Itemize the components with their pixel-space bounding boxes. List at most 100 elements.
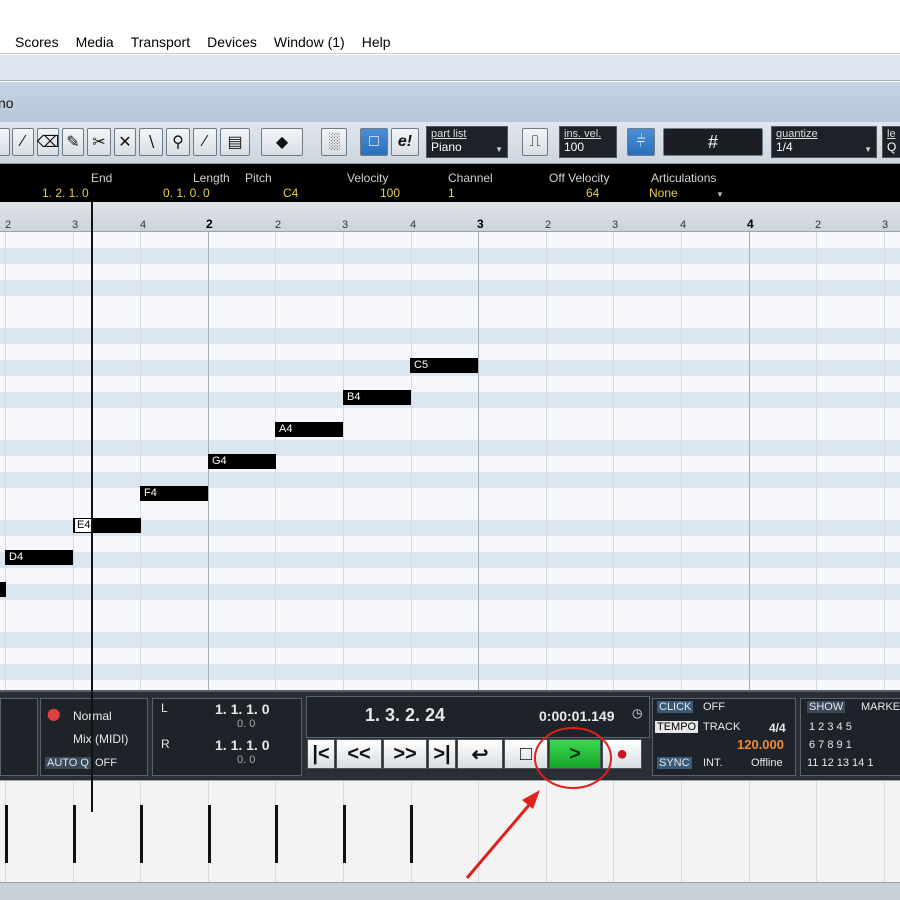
note-b4[interactable]: B4	[343, 390, 411, 405]
project-cursor[interactable]	[91, 202, 93, 812]
velocity-bar[interactable]	[410, 805, 413, 863]
velocity-bar[interactable]	[208, 805, 211, 863]
go-to-end-button[interactable]: >|	[428, 739, 456, 769]
zoom-tool-icon[interactable]: ⚲	[166, 128, 190, 156]
marker-label: MARKE	[861, 701, 900, 713]
info-value-velocity[interactable]: 100	[380, 186, 400, 200]
length-quantize-dropdown[interactable]: le Q	[882, 126, 900, 158]
grid-type-icon[interactable]: #	[663, 128, 763, 156]
pitch-row	[0, 392, 900, 408]
menu-media[interactable]: Media	[76, 34, 114, 50]
record-mode-icon: ⬤	[47, 707, 61, 721]
quantize-panel-icon[interactable]: ▤	[220, 128, 250, 156]
left-locator-value[interactable]: 1. 1. 1. 0	[215, 701, 269, 717]
info-value-articulations[interactable]: None	[649, 186, 678, 200]
transport-panel: ⬤ Normal Mix (MIDI) AUTO Q OFF L 1. 1. 1…	[0, 690, 900, 780]
note-e4[interactable]: E4	[73, 518, 141, 533]
cubase-key-editor: Scores Media Transport Devices Window (1…	[0, 0, 900, 900]
info-value-length[interactable]: 0. 1. 0. 0	[163, 186, 210, 200]
stop-button[interactable]: □	[504, 739, 548, 769]
pitch-row	[0, 648, 900, 664]
glue-tool-icon[interactable]: ∖	[139, 128, 163, 156]
sync-button[interactable]: SYNC	[657, 757, 692, 769]
line-tool-icon[interactable]: ⁄	[193, 128, 217, 156]
info-value-channel[interactable]: 1	[448, 186, 455, 200]
tempo-button[interactable]: TEMPO	[655, 721, 699, 733]
autoscroll-icon[interactable]: ◆	[261, 128, 303, 156]
cycle-button[interactable]: ↩	[457, 739, 503, 769]
right-locator-value[interactable]: 1. 1. 1. 0	[215, 737, 269, 753]
note-a4[interactable]: A4	[275, 422, 343, 437]
left-locator-icon[interactable]: L	[161, 701, 168, 715]
marker-buttons-row2[interactable]: 6 7 8 9 1	[809, 739, 852, 751]
snap-toggle-icon[interactable]: ⫩	[627, 128, 655, 156]
info-header-off-velocity: Off Velocity	[549, 171, 610, 185]
show-markers-button[interactable]: SHOW	[807, 701, 846, 713]
record-button[interactable]: ●	[602, 739, 642, 769]
auto-quantize-button[interactable]: AUTO Q	[45, 757, 91, 769]
ruler-bar-number: 3	[477, 217, 484, 231]
info-value-pitch[interactable]: C4	[283, 186, 298, 200]
time-signature[interactable]: 4/4	[769, 721, 786, 735]
ruler-tick: 3	[72, 219, 79, 231]
secondary-time-display[interactable]: 0:00:01.149	[539, 708, 615, 724]
grid-line	[478, 781, 479, 883]
grid-line	[681, 781, 682, 883]
velocity-bar[interactable]	[73, 805, 76, 863]
velocity-bar[interactable]	[140, 805, 143, 863]
tempo-value[interactable]: 120.000	[737, 737, 784, 752]
erase-tool-icon[interactable]: ⌫	[37, 128, 59, 156]
insert-velocity-icon[interactable]: ⎍	[522, 128, 548, 156]
fast-forward-button[interactable]: >>	[383, 739, 427, 769]
primary-time-display[interactable]: 1. 3. 2. 24	[365, 705, 445, 726]
marker-buttons-row1[interactable]: 1 2 3 4 5	[809, 721, 852, 733]
menu-window[interactable]: Window (1)	[274, 34, 345, 50]
info-value-off-velocity[interactable]: 64	[586, 186, 599, 200]
pencil-icon[interactable]: ✎	[62, 128, 84, 156]
independent-track-loop-icon[interactable]: □	[360, 128, 388, 156]
right-locator-icon[interactable]: R	[161, 737, 170, 751]
note-block[interactable]	[0, 582, 6, 597]
split-tool-icon[interactable]: ✂	[87, 128, 111, 156]
grid-line	[546, 232, 547, 690]
edit-in-place-icon[interactable]: e!	[391, 128, 419, 156]
note-grid[interactable]: D4 E4 F4 G4 A4 B4 C5	[0, 232, 900, 690]
note-c5[interactable]: C5	[410, 358, 478, 373]
grid-line	[613, 781, 614, 883]
velocity-controller-lane[interactable]	[0, 780, 900, 883]
draw-tool-icon[interactable]: ∕	[12, 128, 34, 156]
chord-icon[interactable]: ░	[321, 128, 347, 156]
rewind-button[interactable]: <<	[336, 739, 382, 769]
info-value-end[interactable]: 1. 2. 1. 0	[42, 186, 89, 200]
menu-devices[interactable]: Devices	[207, 34, 257, 50]
note-f4[interactable]: F4	[140, 486, 208, 501]
velocity-bar[interactable]	[5, 805, 8, 863]
window-title: no	[0, 95, 14, 111]
menu-help[interactable]: Help	[362, 34, 391, 50]
play-button[interactable]: >	[549, 739, 601, 769]
velocity-bar[interactable]	[275, 805, 278, 863]
part-list-dropdown[interactable]: part list Piano ▼	[426, 126, 508, 158]
pitch-row	[0, 680, 900, 690]
cycle-mode-dropdown[interactable]: Mix (MIDI)	[73, 732, 128, 746]
go-to-start-button[interactable]: |<	[307, 739, 335, 769]
menu-scores[interactable]: Scores	[15, 34, 59, 50]
ruler-tick: 4	[680, 219, 687, 231]
articulations-dropdown-icon[interactable]: ▼	[716, 190, 724, 199]
grid-line	[749, 232, 750, 690]
ruler-tick: 2	[815, 219, 822, 231]
marker-buttons-row3[interactable]: 11 12 13 14 1	[807, 757, 873, 769]
velocity-bar[interactable]	[343, 805, 346, 863]
click-button[interactable]: CLICK	[657, 701, 694, 713]
pitch-row	[0, 408, 900, 424]
insert-velocity-field[interactable]: ins. vel. 100	[559, 126, 617, 158]
pitch-row	[0, 456, 900, 472]
quantize-dropdown[interactable]: quantize 1/4 ▼	[771, 126, 877, 158]
grid-line	[816, 232, 817, 690]
menu-transport[interactable]: Transport	[131, 34, 190, 50]
mute-tool-icon[interactable]: ✕	[114, 128, 136, 156]
bar-ruler[interactable]: 2 3 4 2 2 3 4 3 2 3 4 4 2 3	[0, 202, 900, 232]
object-select-tool[interactable]	[0, 128, 10, 156]
note-g4[interactable]: G4	[208, 454, 276, 469]
note-d4[interactable]: D4	[5, 550, 73, 565]
